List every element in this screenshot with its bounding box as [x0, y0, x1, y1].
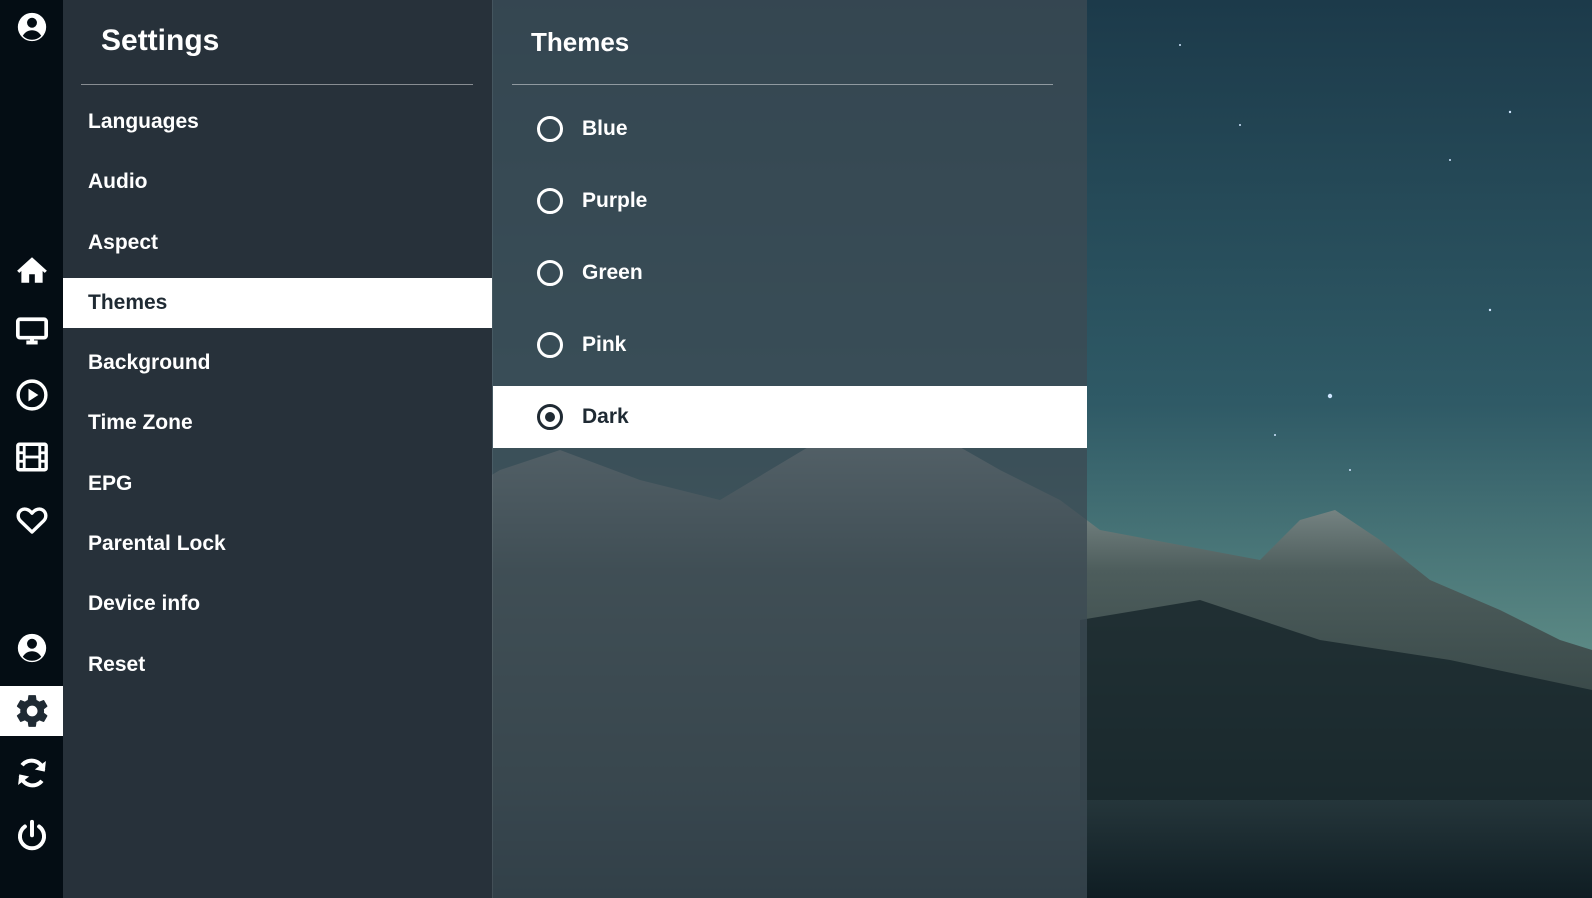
theme-option-dark[interactable]: Dark — [493, 386, 1087, 448]
icon-rail — [0, 0, 63, 898]
themes-panel: Themes Blue Purple Green Pink Dark — [492, 0, 1087, 898]
account-icon — [17, 633, 46, 663]
theme-option-label: Blue — [582, 117, 628, 140]
power-button[interactable] — [0, 811, 63, 861]
film-icon — [15, 442, 48, 472]
radio-button-selected[interactable] — [537, 404, 563, 430]
theme-option-pink[interactable]: Pink — [493, 314, 1087, 376]
account-button[interactable] — [0, 623, 63, 673]
theme-option-label: Green — [582, 261, 643, 284]
power-icon — [17, 819, 46, 851]
theme-option-label: Purple — [582, 189, 648, 212]
theme-option-blue[interactable]: Blue — [493, 98, 1087, 160]
radio-button[interactable] — [537, 188, 563, 214]
settings-item-device-info[interactable]: Device info — [63, 579, 492, 629]
heart-icon — [16, 507, 47, 534]
live-tv-button[interactable] — [0, 307, 63, 357]
settings-item-reset[interactable]: Reset — [63, 640, 492, 690]
home-icon — [16, 257, 47, 283]
settings-item-audio[interactable]: Audio — [63, 157, 492, 207]
account-icon — [17, 12, 46, 42]
theme-option-purple[interactable]: Purple — [493, 170, 1087, 232]
radio-button[interactable] — [537, 260, 563, 286]
theme-option-green[interactable]: Green — [493, 242, 1087, 304]
settings-item-languages[interactable]: Languages — [63, 97, 492, 147]
monitor-icon — [15, 317, 48, 345]
play-circle-icon — [15, 379, 48, 411]
themes-title: Themes — [531, 27, 630, 57]
settings-button[interactable] — [0, 686, 63, 736]
profile-button[interactable] — [0, 2, 63, 52]
settings-divider — [81, 84, 473, 85]
settings-item-epg[interactable]: EPG — [63, 459, 492, 509]
settings-item-time-zone[interactable]: Time Zone — [63, 398, 492, 448]
settings-item-background[interactable]: Background — [63, 338, 492, 388]
themes-divider — [512, 84, 1053, 85]
theme-option-label: Pink — [582, 333, 627, 356]
refresh-icon — [17, 758, 46, 788]
theme-option-label: Dark — [582, 405, 629, 428]
settings-panel: Settings Languages Audio Aspect Themes B… — [63, 0, 492, 898]
settings-title: Settings — [101, 24, 220, 57]
settings-item-themes[interactable]: Themes — [63, 278, 492, 328]
refresh-button[interactable] — [0, 748, 63, 798]
gear-icon — [16, 695, 47, 727]
settings-item-aspect[interactable]: Aspect — [63, 218, 492, 268]
home-button[interactable] — [0, 245, 63, 295]
play-button[interactable] — [0, 370, 63, 420]
settings-item-parental-lock[interactable]: Parental Lock — [63, 519, 492, 569]
favorites-button[interactable] — [0, 495, 63, 545]
radio-button[interactable] — [537, 116, 563, 142]
radio-button[interactable] — [537, 332, 563, 358]
movies-button[interactable] — [0, 432, 63, 482]
